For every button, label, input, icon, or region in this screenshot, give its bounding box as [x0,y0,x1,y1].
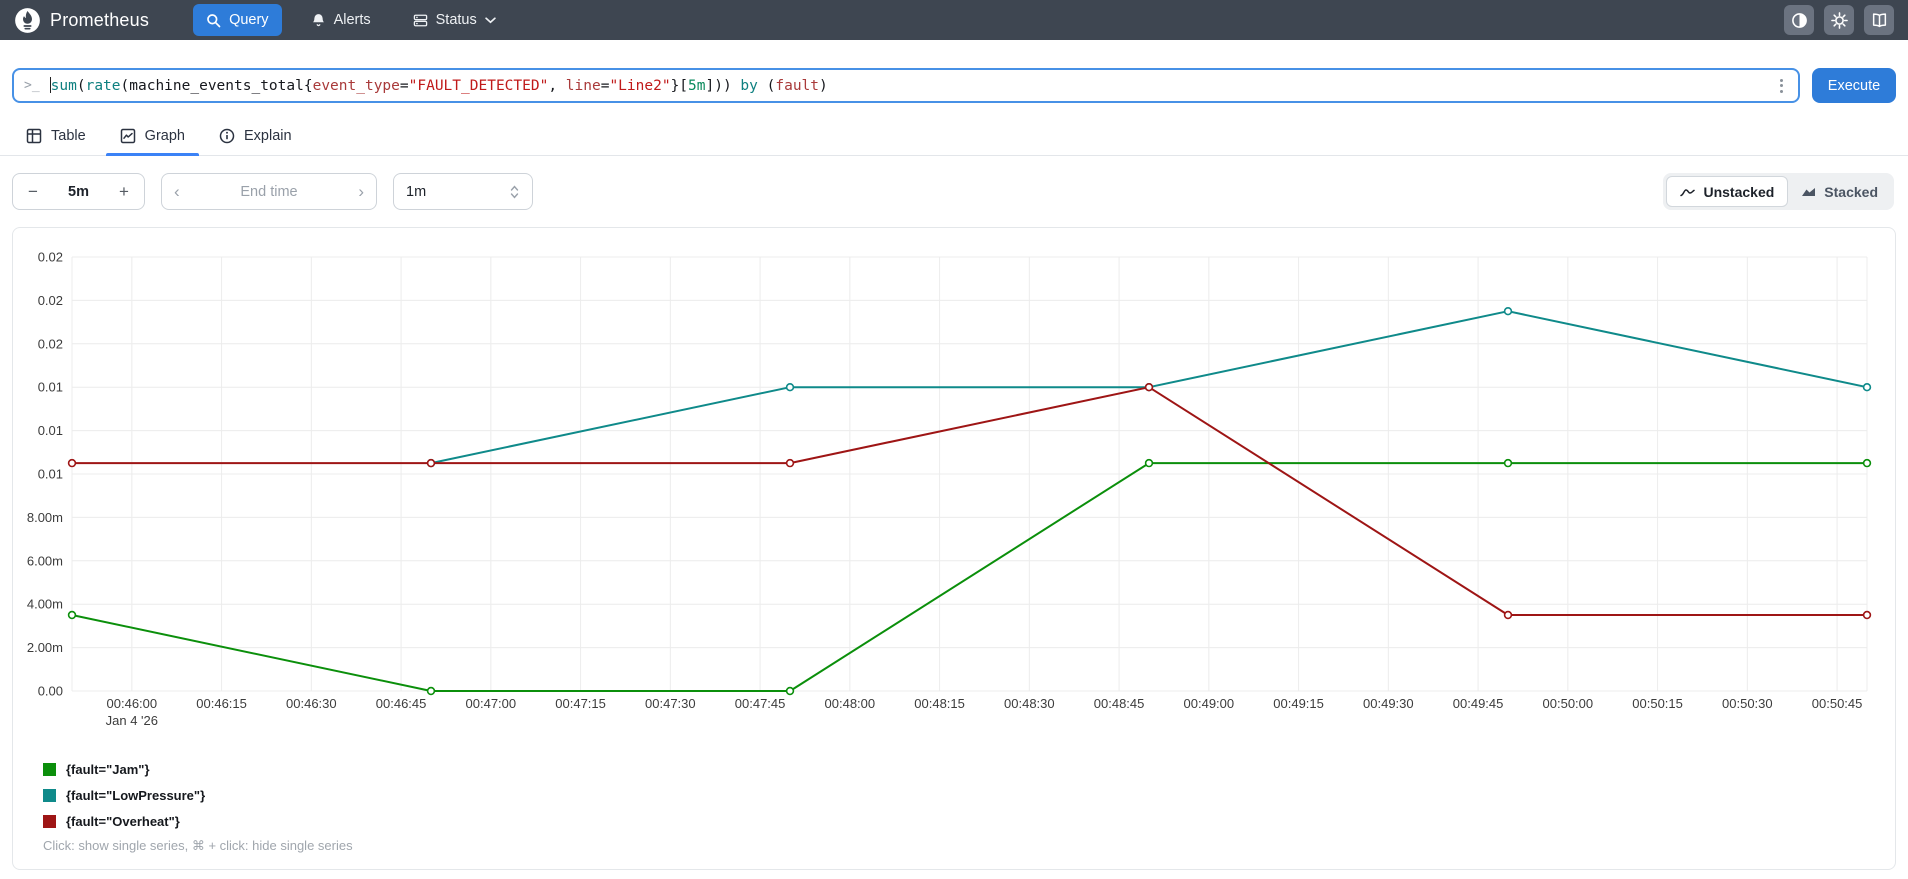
nav-query-button[interactable]: Query [193,4,282,36]
area-chart-icon [1802,188,1816,196]
range-stepper: − 5m + [12,173,145,210]
end-time-input[interactable]: End time [240,184,297,200]
query-expression[interactable]: sum(rate(machine_events_total{event_type… [49,77,1775,94]
stacked-label: Stacked [1824,183,1878,200]
info-icon [219,128,235,144]
chevron-down-icon [485,16,496,23]
legend-item[interactable]: {fault="Jam"} [43,756,205,782]
prompt-icon: >_ [24,78,40,93]
svg-text:2.00m: 2.00m [27,640,63,655]
svg-text:00:49:45: 00:49:45 [1453,696,1504,711]
svg-text:00:50:45: 00:50:45 [1812,696,1863,711]
tab-table[interactable]: Table [12,118,100,155]
bell-icon [312,13,324,26]
nav-status-label: Status [435,12,477,28]
svg-text:0.01: 0.01 [38,380,63,395]
svg-text:00:46:00: 00:46:00 [107,696,158,711]
panel-tabs: Table Graph Explain [0,118,1908,156]
legend-hint: Click: show single series, ⌘ + click: hi… [43,838,353,853]
execute-button[interactable]: Execute [1812,68,1896,103]
prometheus-logo-icon[interactable] [14,7,41,34]
svg-text:00:47:00: 00:47:00 [466,696,517,711]
svg-text:00:50:15: 00:50:15 [1632,696,1683,711]
theme-toggle-button[interactable] [1784,5,1814,35]
svg-text:0.01: 0.01 [38,423,63,438]
server-icon [413,14,427,26]
graph-icon [120,128,135,144]
tab-graph-label: Graph [144,128,185,144]
range-value[interactable]: 5m [68,184,89,200]
unstacked-toggle-button[interactable]: Unstacked [1666,176,1789,207]
settings-button[interactable] [1824,5,1854,35]
svg-text:00:46:45: 00:46:45 [376,696,427,711]
resolution-value: 1m [406,183,427,200]
legend-series-label: {fault="LowPressure"} [66,787,206,803]
unstacked-label: Unstacked [1703,183,1775,200]
tab-explain[interactable]: Explain [205,118,306,155]
tab-explain-label: Explain [243,128,292,144]
settings-gear-icon [1830,11,1848,29]
svg-text:00:47:15: 00:47:15 [555,696,606,711]
svg-text:0.01: 0.01 [38,467,63,482]
query-bar: >_ sum(rate(machine_events_total{event_t… [12,68,1896,103]
svg-text:0.00: 0.00 [38,684,63,699]
table-icon [26,128,42,144]
svg-text:0.02: 0.02 [38,250,63,265]
legend-item[interactable]: {fault="LowPressure"} [43,782,205,808]
svg-text:00:49:15: 00:49:15 [1273,696,1324,711]
stacked-toggle-button[interactable]: Stacked [1788,176,1891,207]
svg-text:00:46:15: 00:46:15 [196,696,247,711]
svg-text:00:47:30: 00:47:30 [645,696,696,711]
svg-text:00:48:30: 00:48:30 [1004,696,1055,711]
docs-book-icon [1872,12,1886,27]
nav-query-label: Query [229,12,269,28]
line-chart-icon [1680,189,1696,197]
svg-text:00:49:00: 00:49:00 [1184,696,1235,711]
query-options-kebab-icon[interactable] [1775,75,1788,97]
svg-text:Jan 4 '26: Jan 4 '26 [106,713,158,728]
graph-panel: 0.02 0.02 0.02 0.01 0.01 0.01 8.00m 6.00m 4.00m 2… [12,227,1896,870]
end-time-forward-button[interactable]: › [358,182,364,202]
svg-text:00:46:30: 00:46:30 [286,696,337,711]
svg-text:00:49:30: 00:49:30 [1363,696,1414,711]
query-input[interactable]: >_ sum(rate(machine_events_total{event_t… [12,68,1800,103]
svg-text:00:48:00: 00:48:00 [825,696,876,711]
svg-text:6.00m: 6.00m [27,553,63,568]
search-icon [207,13,221,27]
svg-text:00:48:15: 00:48:15 [914,696,965,711]
legend-item[interactable]: {fault="Overheat"} [43,808,205,834]
legend-swatch [43,788,56,802]
navbar: Prometheus Query Alerts Status [0,0,1908,40]
app-title: Prometheus [50,9,150,30]
legend-swatch [43,762,56,776]
svg-text:00:48:45: 00:48:45 [1094,696,1145,711]
legend-series-label: {fault="Jam"} [66,761,150,777]
svg-text:4.00m: 4.00m [27,597,63,612]
resolution-select[interactable]: 1m [393,173,533,210]
nav-status-menu[interactable]: Status [400,4,509,36]
end-time-back-button[interactable]: ‹ [174,182,180,202]
time-series-chart[interactable]: 0.02 0.02 0.02 0.01 0.01 0.01 8.00m 6.00m 4.00m 2… [14,232,1894,737]
svg-text:0.02: 0.02 [38,336,63,351]
end-time-picker[interactable]: ‹ End time › [161,173,377,210]
legend-series-label: {fault="Overheat"} [66,813,180,829]
range-decrease-button[interactable]: − [17,182,49,202]
tab-graph[interactable]: Graph [105,118,200,156]
nav-alerts-label: Alerts [333,12,371,28]
docs-button[interactable] [1864,5,1894,35]
chart-legend: {fault="Jam"} {fault="LowPressure"} {fault… [43,756,205,834]
range-increase-button[interactable]: + [108,182,140,202]
svg-text:0.02: 0.02 [38,293,63,308]
nav-alerts-button[interactable]: Alerts [298,4,384,36]
svg-text:8.00m: 8.00m [27,510,63,525]
select-updown-icon [510,185,519,198]
graph-controls: − 5m + ‹ End time › 1m Unstacked Stacked [12,173,1894,210]
svg-text:00:47:45: 00:47:45 [735,696,786,711]
svg-text:00:50:00: 00:50:00 [1543,696,1594,711]
svg-text:00:50:30: 00:50:30 [1722,696,1773,711]
stacking-toggle: Unstacked Stacked [1663,173,1894,210]
tab-table-label: Table [51,128,86,144]
legend-swatch [43,814,56,828]
theme-contrast-icon [1791,12,1807,28]
